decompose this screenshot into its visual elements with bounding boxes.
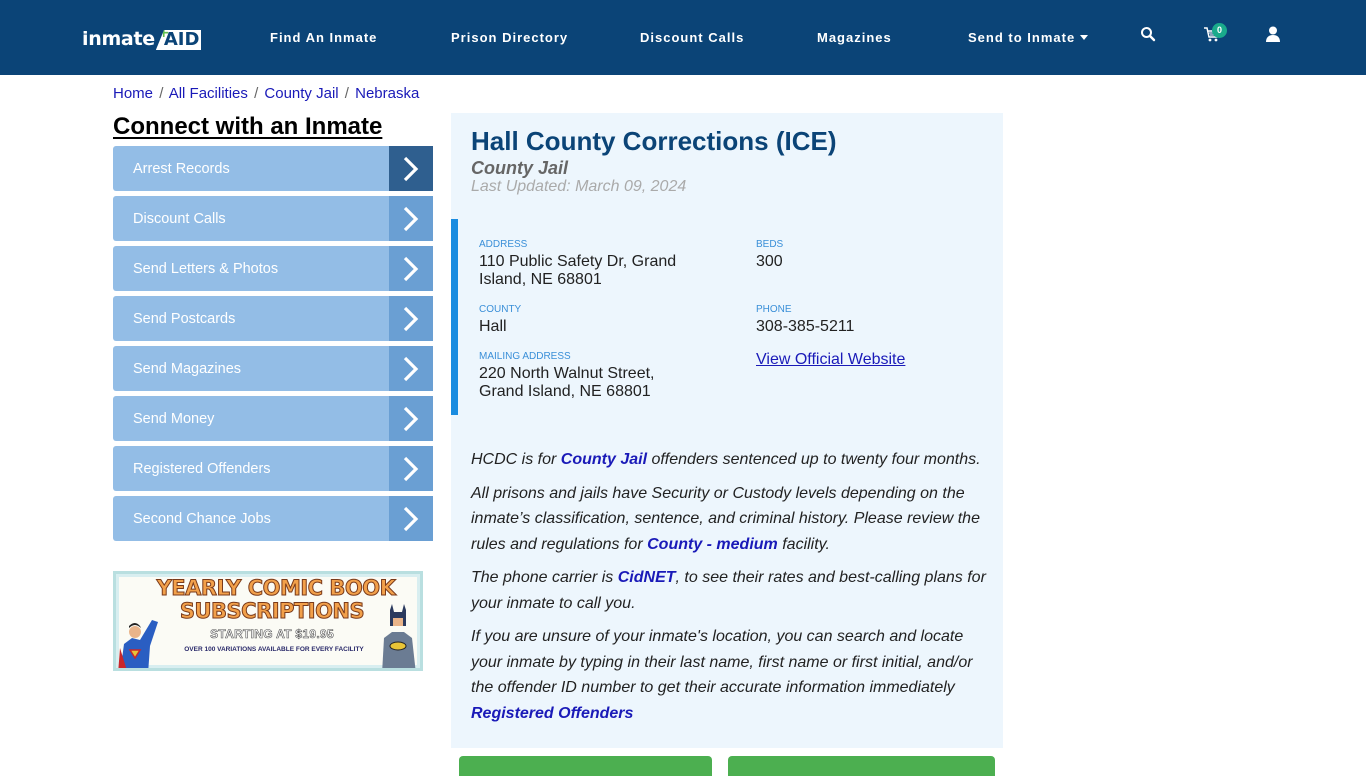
cidnet-link[interactable]: CidNET <box>618 569 676 586</box>
action-button-right[interactable] <box>728 756 995 776</box>
mailing-address-label: MAILING ADDRESS <box>479 351 571 362</box>
facility-description: HCDC is for County Jail offenders senten… <box>471 447 991 734</box>
facility-card: Hall County Corrections (ICE) County Jai… <box>451 113 1003 748</box>
facility-name: Hall County Corrections (ICE) <box>471 126 837 156</box>
logo-plus-icon: + <box>157 25 170 41</box>
sidebar-item-registered-offenders[interactable]: Registered Offenders <box>113 446 433 491</box>
sidebar-item-label: Send Letters & Photos <box>133 260 279 277</box>
description-paragraph: All prisons and jails have Security or C… <box>471 481 991 558</box>
nav-find-an-inmate[interactable]: Find An Inmate <box>270 0 377 75</box>
nav-magazines[interactable]: Magazines <box>817 0 892 75</box>
sidebar-item-label: Send Magazines <box>133 360 242 377</box>
nav-send-to-inmate-dropdown[interactable]: Send to Inmate <box>968 0 1089 75</box>
banner-headline-line1: YEARLY COMIC BOOK <box>156 576 396 601</box>
description-text: If you are unsure of your inmate's locat… <box>471 628 973 696</box>
sidebar-item-label: Send Money <box>133 410 215 427</box>
chevron-right-icon <box>389 246 433 291</box>
breadcrumb-county-jail[interactable]: County Jail <box>264 85 338 102</box>
website-field: View Official Website <box>756 349 905 369</box>
breadcrumb-separator: / <box>254 85 259 102</box>
chevron-right-icon <box>389 346 433 391</box>
chevron-right-icon <box>389 146 433 191</box>
comic-subscription-banner[interactable]: YEARLY COMIC BOOK SUBSCRIPTIONS STARTING… <box>113 571 423 671</box>
mailing-address-value: 220 North Walnut Street, Grand Island, N… <box>479 365 655 400</box>
banner-price: STARTING AT $19.95 <box>210 627 334 642</box>
sidebar-item-label: Discount Calls <box>133 210 226 227</box>
phone-value: 308-385-5211 <box>756 318 855 335</box>
county-field: COUNTY Hall <box>479 304 521 336</box>
breadcrumb-separator: / <box>159 85 164 102</box>
logo-text-aid: + AID <box>155 30 202 50</box>
nav-discount-calls[interactable]: Discount Calls <box>640 0 744 75</box>
registered-offenders-link[interactable]: Registered Offenders <box>471 705 633 722</box>
breadcrumb-separator: / <box>344 85 349 102</box>
facility-info-panel: ADDRESS 110 Public Safety Dr, Grand Isla… <box>451 219 1003 415</box>
mailing-address-field: MAILING ADDRESS 220 North Walnut Street,… <box>479 351 679 401</box>
breadcrumb-nebraska[interactable]: Nebraska <box>355 85 419 102</box>
beds-field: BEDS 300 <box>756 239 783 271</box>
chevron-right-icon <box>389 396 433 441</box>
description-text: offenders sentenced up to twenty four mo… <box>647 451 981 468</box>
last-updated: Last Updated: March 09, 2024 <box>471 178 687 195</box>
sidebar-item-second-chance-jobs[interactable]: Second Chance Jobs <box>113 496 433 541</box>
sidebar-title: Connect with an Inmate <box>113 113 383 140</box>
county-label: COUNTY <box>479 304 522 315</box>
sidebar-menu: Arrest Records Discount Calls Send Lette… <box>113 146 433 546</box>
sidebar-item-label: Send Postcards <box>133 310 236 327</box>
sidebar-item-label: Registered Offenders <box>133 460 271 477</box>
logo-text-inmate: inmate <box>82 28 155 50</box>
description-text: The phone carrier is <box>471 569 618 586</box>
action-button-left[interactable] <box>459 756 712 776</box>
county-jail-link[interactable]: County Jail <box>561 451 647 468</box>
phone-label: PHONE <box>756 304 792 315</box>
sidebar-item-send-money[interactable]: Send Money <box>113 396 433 441</box>
sidebar-item-discount-calls[interactable]: Discount Calls <box>113 196 433 241</box>
top-navbar: inmate + AID Find An Inmate Prison Direct… <box>0 0 1366 75</box>
view-official-website-link[interactable]: View Official Website <box>756 351 905 369</box>
chevron-right-icon <box>389 296 433 341</box>
address-field: ADDRESS 110 Public Safety Dr, Grand Isla… <box>479 239 709 289</box>
user-icon[interactable] <box>1266 26 1288 48</box>
sidebar-item-label: Second Chance Jobs <box>133 510 271 527</box>
banner-subtext: OVER 100 VARIATIONS AVAILABLE FOR EVERY … <box>184 646 364 653</box>
banner-headline-line2: SUBSCRIPTIONS <box>179 599 365 624</box>
description-text: HCDC is for <box>471 451 561 468</box>
sidebar-item-label: Arrest Records <box>133 160 230 177</box>
sidebar-item-send-letters-photos[interactable]: Send Letters & Photos <box>113 246 433 291</box>
cart-count-badge: 0 <box>1212 23 1227 38</box>
chevron-right-icon <box>389 196 433 241</box>
beds-label: BEDS <box>756 239 784 250</box>
nav-prison-directory[interactable]: Prison Directory <box>451 0 568 75</box>
chevron-right-icon <box>389 496 433 541</box>
description-paragraph: The phone carrier is CidNET, to see thei… <box>471 565 991 616</box>
description-paragraph: HCDC is for County Jail offenders senten… <box>471 447 991 473</box>
address-value: 110 Public Safety Dr, Grand Island, NE 6… <box>479 253 677 288</box>
breadcrumb: Home / All Facilities / County Jail / Ne… <box>113 85 419 102</box>
sidebar-item-arrest-records[interactable]: Arrest Records <box>113 146 433 191</box>
address-label: ADDRESS <box>479 239 528 250</box>
breadcrumb-home[interactable]: Home <box>113 85 153 102</box>
phone-field: PHONE 308-385-5211 <box>756 304 854 336</box>
chevron-right-icon <box>389 446 433 491</box>
county-medium-link[interactable]: County - medium <box>647 536 778 553</box>
description-paragraph: If you are unsure of your inmate's locat… <box>471 624 991 726</box>
nav-send-to-inmate-label: Send to Inmate <box>968 30 1076 45</box>
beds-value: 300 <box>756 253 783 270</box>
sidebar-item-send-postcards[interactable]: Send Postcards <box>113 296 433 341</box>
caret-down-icon <box>1080 35 1089 40</box>
county-value: Hall <box>479 318 507 335</box>
facility-type: County Jail <box>471 158 569 178</box>
site-logo[interactable]: inmate + AID <box>82 26 202 50</box>
breadcrumb-all-facilities[interactable]: All Facilities <box>169 85 248 102</box>
description-text: facility. <box>777 535 830 553</box>
sidebar-item-send-magazines[interactable]: Send Magazines <box>113 346 433 391</box>
search-icon[interactable] <box>1140 26 1162 48</box>
